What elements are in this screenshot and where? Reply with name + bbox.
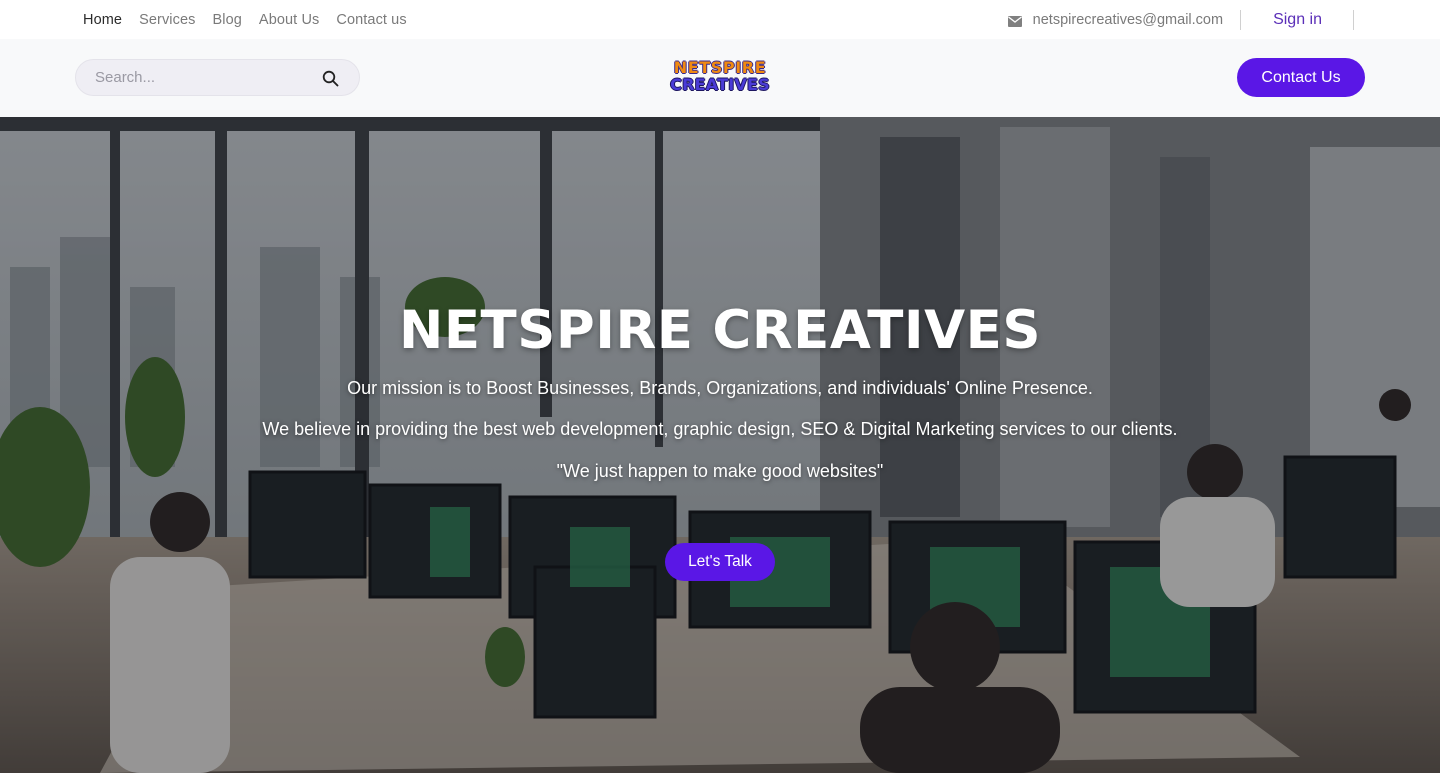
hero-belief-text: We believe in providing the best web dev… [262,419,1178,439]
nav-link-services[interactable]: Services [139,12,195,28]
top-right-group: netspirecreatives@gmail.com Sign in [1007,0,1354,39]
divider [1240,9,1242,30]
logo-text-bottom: CREATIVES [670,75,770,94]
hero-tagline: "We just happen to make good websites" [556,461,884,481]
logo-text-top: NETSPIRE [673,58,767,77]
main-header: NETSPIRE CREATIVES Contact Us [0,39,1440,117]
nav-link-about-us[interactable]: About Us [259,12,319,28]
contact-us-button[interactable]: Contact Us [1237,58,1365,97]
top-bar: Home Services Blog About Us Contact us n… [0,0,1440,39]
contact-email[interactable]: netspirecreatives@gmail.com [1033,12,1223,28]
nav-link-blog[interactable]: Blog [213,12,242,28]
search-input[interactable] [95,60,315,95]
envelope-icon [1007,14,1022,27]
top-nav: Home Services Blog About Us Contact us [83,0,407,39]
nav-link-home[interactable]: Home [83,12,122,28]
hero-title: NETSPIRE CREATIVES [399,300,1041,361]
lets-talk-button[interactable]: Let's Talk [665,543,775,581]
search-icon[interactable] [322,70,339,87]
sign-in-link[interactable]: Sign in [1273,11,1322,29]
search-box [75,59,360,96]
divider [1353,9,1354,30]
hero-section: NETSPIRE CREATIVES Our mission is to Boo… [0,117,1440,773]
nav-link-contact-us[interactable]: Contact us [336,12,406,28]
site-logo[interactable]: NETSPIRE CREATIVES [670,59,770,97]
hero-mission-text: Our mission is to Boost Businesses, Bran… [347,378,1093,398]
hero-content: NETSPIRE CREATIVES Our mission is to Boo… [0,117,1440,773]
